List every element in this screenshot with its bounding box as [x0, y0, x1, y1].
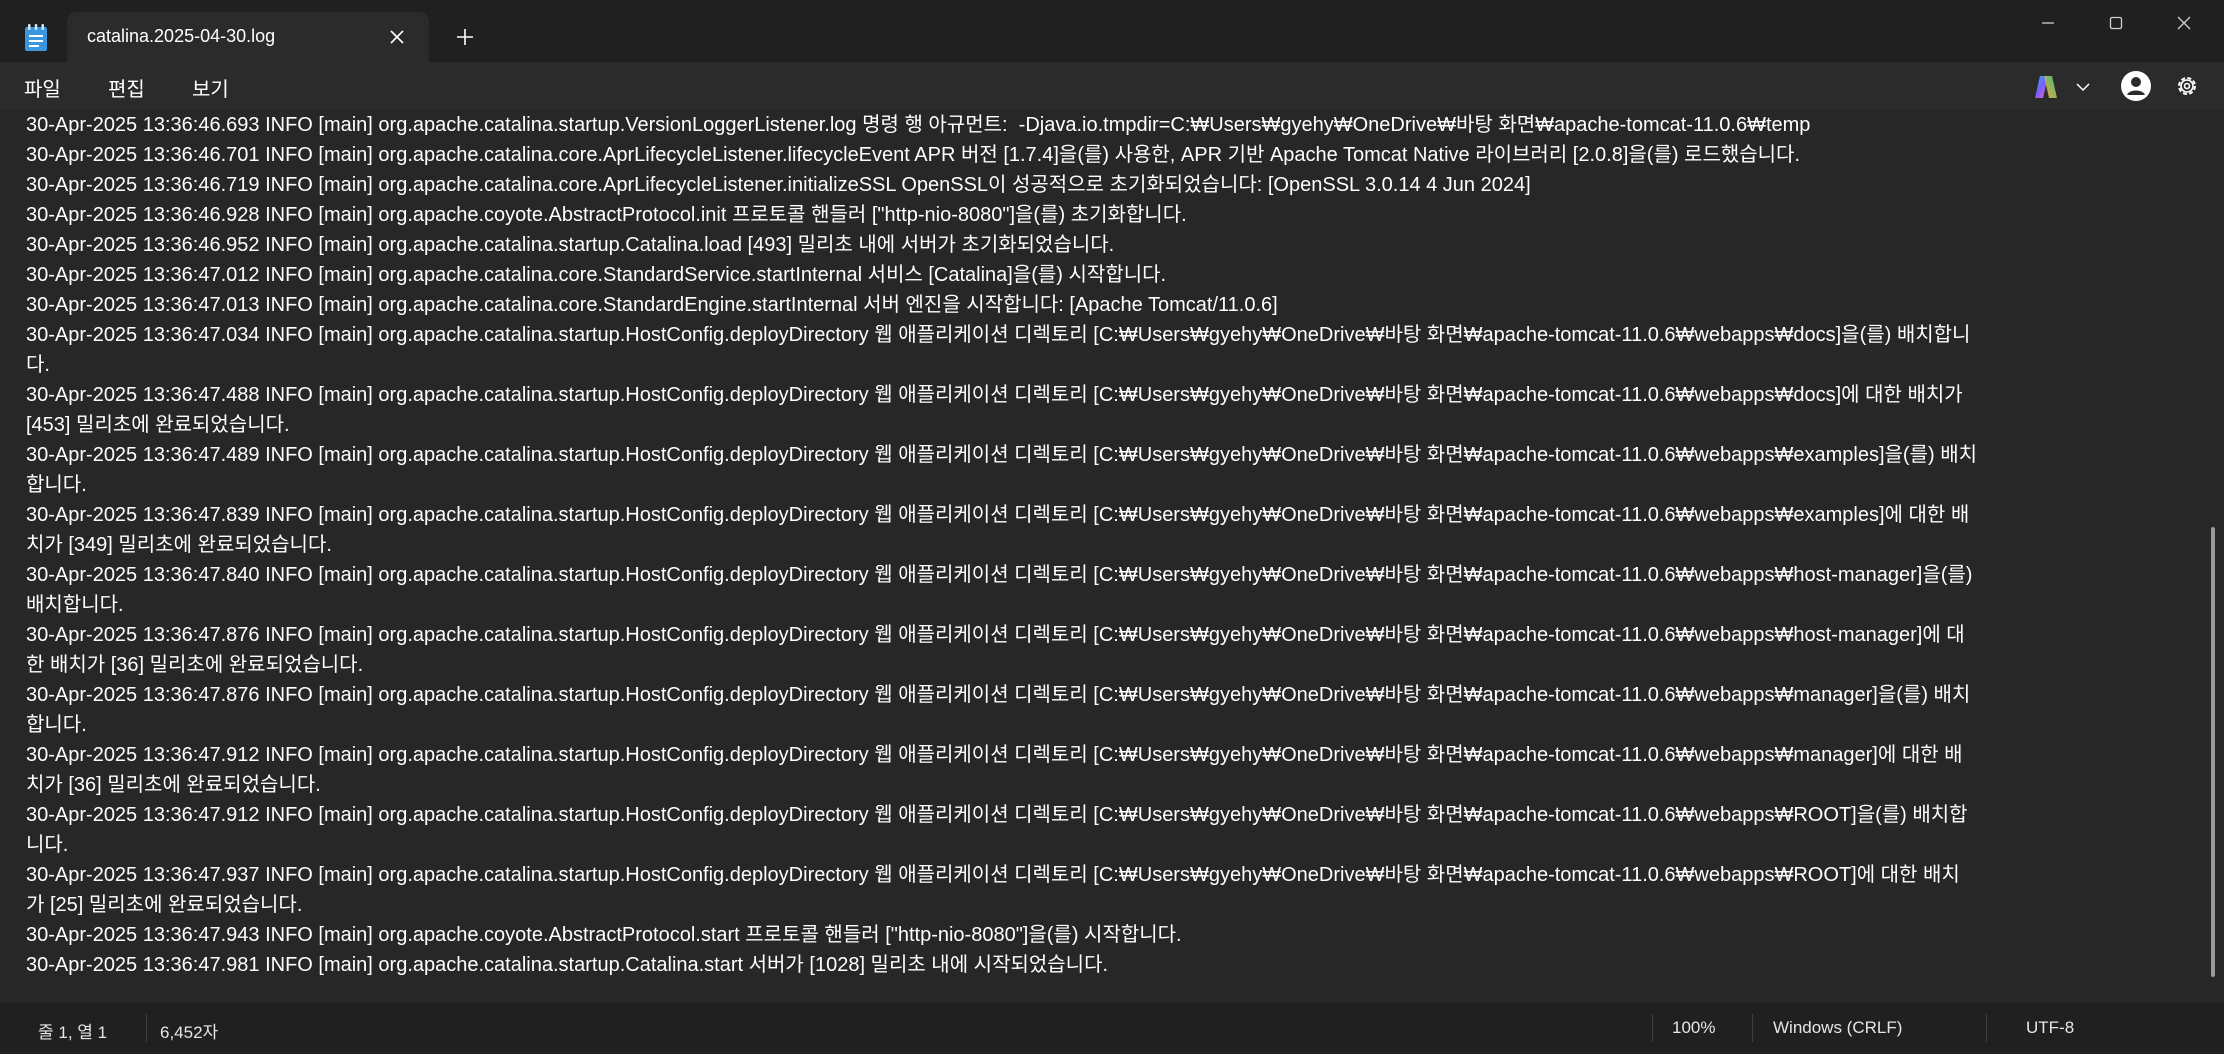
log-line: 30-Apr-2025 13:36:47.488 INFO [main] org…	[26, 384, 1963, 436]
log-line: 30-Apr-2025 13:36:47.912 INFO [main] org…	[26, 744, 1963, 796]
line-ending[interactable]: Windows (CRLF)	[1773, 1018, 1902, 1038]
log-line: 30-Apr-2025 13:36:47.489 INFO [main] org…	[26, 444, 1977, 496]
log-line: 30-Apr-2025 13:36:47.013 INFO [main] org…	[26, 294, 1278, 316]
status-divider	[1652, 1014, 1653, 1042]
log-line: 30-Apr-2025 13:36:47.034 INFO [main] org…	[26, 324, 1971, 376]
tab-title: catalina.2025-04-30.log	[87, 26, 276, 46]
log-line: 30-Apr-2025 13:36:47.876 INFO [main] org…	[26, 624, 1965, 676]
log-line: 30-Apr-2025 13:36:46.928 INFO [main] org…	[26, 204, 1187, 226]
account-icon[interactable]	[2120, 70, 2152, 102]
log-content: 30-Apr-2025 13:36:46.693 INFO [main] org…	[26, 110, 2206, 980]
copilot-icon[interactable]	[2032, 73, 2060, 101]
minimize-icon[interactable]	[2030, 10, 2066, 36]
menu-bar: 파일 편집 보기	[0, 62, 2224, 110]
tab-active[interactable]: catalina.2025-04-30.log	[67, 12, 429, 62]
log-line: 30-Apr-2025 13:36:47.943 INFO [main] org…	[26, 924, 1182, 946]
log-line: 30-Apr-2025 13:36:47.839 INFO [main] org…	[26, 504, 1970, 556]
scrollbar-thumb[interactable]	[2211, 527, 2215, 977]
log-line: 30-Apr-2025 13:36:46.952 INFO [main] org…	[26, 234, 1115, 256]
menu-edit[interactable]: 편집	[108, 73, 145, 102]
status-bar: 줄 1, 열 1 6,452자 100% Windows (CRLF) UTF-…	[0, 1002, 2224, 1054]
log-line: 30-Apr-2025 13:36:47.876 INFO [main] org…	[26, 684, 1971, 736]
gear-icon[interactable]	[2173, 72, 2201, 100]
close-window-icon[interactable]	[2166, 10, 2202, 36]
text-editor[interactable]: 30-Apr-2025 13:36:46.693 INFO [main] org…	[0, 110, 2224, 1002]
zoom-level[interactable]: 100%	[1672, 1018, 1715, 1038]
status-divider	[1986, 1014, 1987, 1042]
menu-file[interactable]: 파일	[24, 73, 61, 102]
log-line: 30-Apr-2025 13:36:47.937 INFO [main] org…	[26, 864, 1960, 916]
chevron-down-icon[interactable]	[2075, 80, 2091, 94]
status-divider	[1752, 1014, 1753, 1042]
log-line: 30-Apr-2025 13:36:46.693 INFO [main] org…	[26, 114, 1811, 136]
log-line: 30-Apr-2025 13:36:47.981 INFO [main] org…	[26, 954, 1109, 976]
log-line: 30-Apr-2025 13:36:47.912 INFO [main] org…	[26, 804, 1968, 856]
encoding[interactable]: UTF-8	[2026, 1018, 2074, 1038]
log-line: 30-Apr-2025 13:36:46.719 INFO [main] org…	[26, 174, 1531, 196]
plus-icon[interactable]	[454, 26, 476, 48]
log-line: 30-Apr-2025 13:36:47.012 INFO [main] org…	[26, 264, 1167, 286]
menu-view[interactable]: 보기	[192, 73, 229, 102]
status-divider	[146, 1014, 147, 1042]
close-icon[interactable]	[385, 25, 409, 49]
log-line: 30-Apr-2025 13:36:47.840 INFO [main] org…	[26, 564, 1973, 616]
log-line: 30-Apr-2025 13:36:46.701 INFO [main] org…	[26, 144, 1801, 166]
title-bar: catalina.2025-04-30.log	[0, 0, 2224, 62]
cursor-position[interactable]: 줄 1, 열 1	[38, 1018, 107, 1043]
notepad-icon	[25, 24, 47, 51]
maximize-icon[interactable]	[2098, 10, 2134, 36]
character-count: 6,452자	[160, 1023, 219, 1042]
